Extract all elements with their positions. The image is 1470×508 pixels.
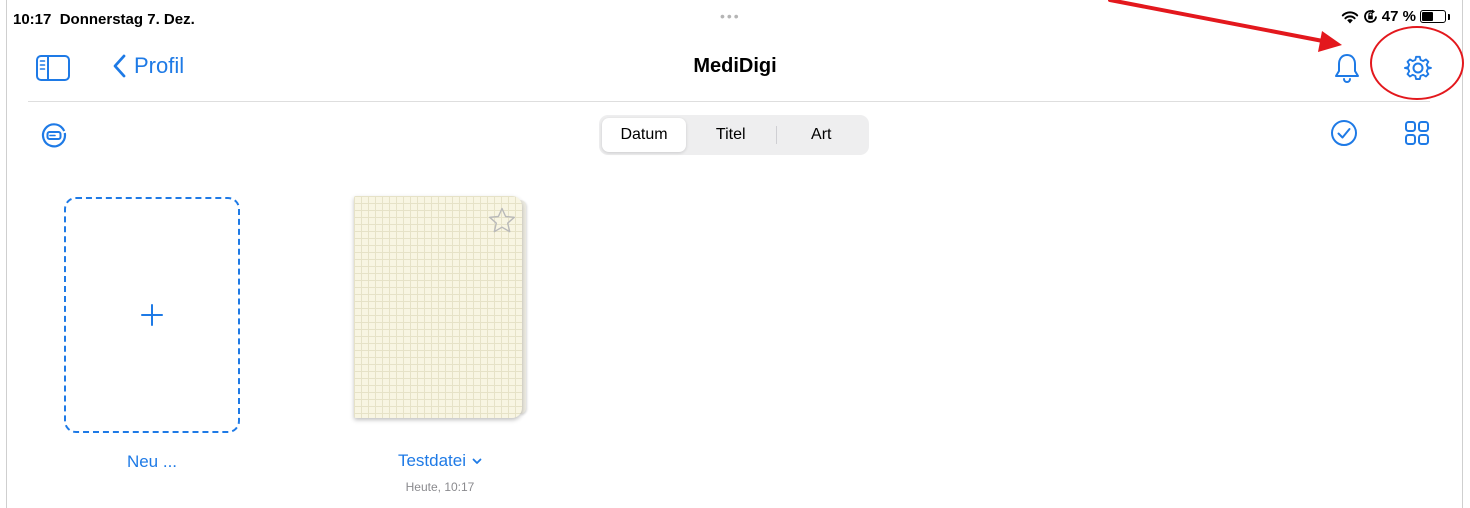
status-time: 10:17 Donnerstag 7. Dez.	[13, 11, 195, 28]
document-thumbnail[interactable]	[354, 196, 526, 418]
tab-sort-datum[interactable]: Datum	[602, 118, 686, 152]
orientation-lock-icon	[1363, 9, 1377, 23]
drive-button[interactable]	[41, 122, 67, 153]
status-indicators: 47 %	[1341, 8, 1450, 25]
grid-icon	[1405, 121, 1429, 145]
multitask-dots[interactable]: •••	[720, 8, 741, 24]
plus-icon	[141, 304, 163, 326]
favorite-button[interactable]	[488, 207, 516, 239]
status-date: Donnerstag 7. Dez.	[59, 11, 195, 28]
battery-percent: 47 %	[1381, 8, 1416, 25]
battery-fill	[1422, 12, 1434, 21]
document-title-button[interactable]: Testdatei	[354, 451, 526, 471]
nav-divider	[28, 101, 1430, 102]
tab-sort-titel[interactable]: Titel	[686, 118, 776, 152]
annotation-circle	[1370, 26, 1464, 100]
drive-icon	[41, 123, 67, 148]
document-title: Testdatei	[397, 451, 467, 470]
status-clock: 10:17	[13, 11, 52, 28]
star-icon	[489, 207, 515, 233]
annotation-arrow	[1108, 0, 1342, 52]
document-date: Heute, 10:17	[405, 480, 475, 494]
new-document-card[interactable]	[64, 197, 240, 433]
sort-segmented-control: Datum Titel Art	[599, 115, 869, 155]
checkmark-circle-icon	[1331, 120, 1357, 146]
view-mode-button[interactable]	[1405, 121, 1429, 150]
new-document-label[interactable]: Neu ...	[64, 452, 240, 472]
battery-icon	[1420, 10, 1446, 23]
chevron-down-icon	[472, 458, 482, 464]
select-button[interactable]	[1330, 119, 1358, 152]
tab-sort-art[interactable]: Art	[777, 118, 867, 152]
battery-nub	[1448, 13, 1450, 20]
